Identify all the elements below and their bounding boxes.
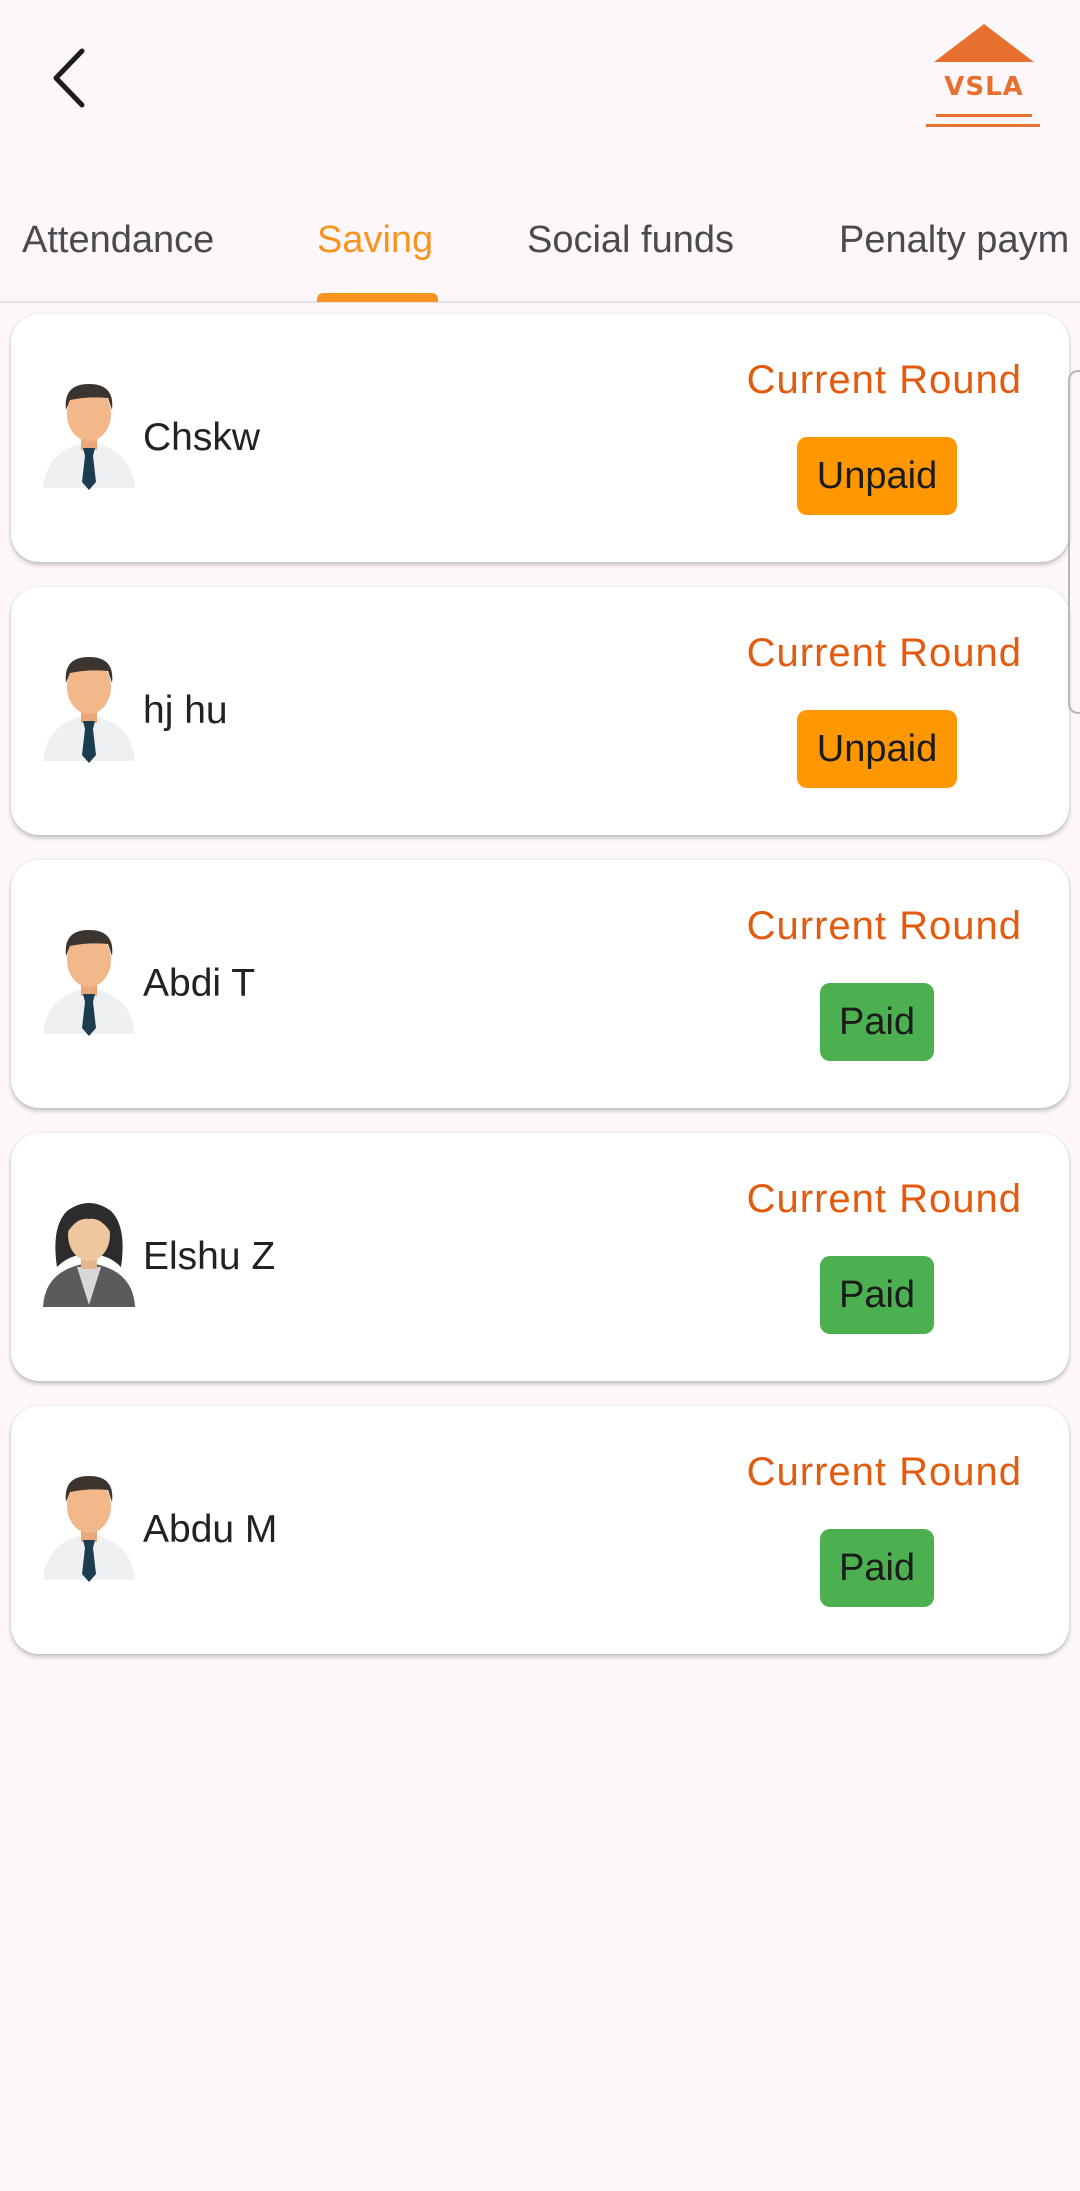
status-badge[interactable]: Paid <box>820 1529 934 1607</box>
member-card[interactable]: Abdi T Current Round Paid <box>11 860 1069 1108</box>
round-label: Current Round <box>746 631 1022 675</box>
male-avatar-icon <box>43 1476 135 1582</box>
vsla-logo: VSLA <box>922 22 1046 132</box>
tab-penalty-payment[interactable]: Penalty paym <box>839 180 1069 301</box>
status-badge[interactable]: Unpaid <box>797 710 957 788</box>
scrollbar[interactable] <box>1068 370 1080 714</box>
member-name: hj hu <box>143 689 228 732</box>
logo-text: VSLA <box>944 72 1024 102</box>
tab-attendance[interactable]: Attendance <box>22 180 214 301</box>
status-badge[interactable]: Paid <box>820 1256 934 1334</box>
back-button[interactable] <box>38 38 98 118</box>
app-root: VSLA Attendance Saving Social funds Pena… <box>0 0 1080 2191</box>
chevron-left-icon <box>53 48 85 108</box>
member-card[interactable]: hj hu Current Round Unpaid <box>11 587 1069 835</box>
round-label: Current Round <box>746 358 1022 402</box>
tab-saving[interactable]: Saving <box>317 180 433 301</box>
male-avatar-icon <box>43 657 135 763</box>
round-label: Current Round <box>746 1177 1022 1221</box>
member-card[interactable]: Chskw Current Round Unpaid <box>11 314 1069 562</box>
male-avatar-icon <box>43 384 135 490</box>
active-tab-indicator <box>317 293 438 302</box>
tab-bar: Attendance Saving Social funds Penalty p… <box>0 180 1080 303</box>
member-name: Abdi T <box>143 962 256 1005</box>
member-name: Abdu M <box>143 1508 278 1551</box>
female-avatar-icon <box>43 1203 135 1307</box>
tab-social-funds[interactable]: Social funds <box>527 180 734 301</box>
status-badge[interactable]: Unpaid <box>797 437 957 515</box>
member-name: Elshu Z <box>143 1235 276 1278</box>
member-card[interactable]: Abdu M Current Round Paid <box>11 1406 1069 1654</box>
round-label: Current Round <box>746 904 1022 948</box>
status-badge[interactable]: Paid <box>820 983 934 1061</box>
male-avatar-icon <box>43 930 135 1036</box>
round-label: Current Round <box>746 1450 1022 1494</box>
member-list: Chskw Current Round Unpaid hj hu Current… <box>11 314 1069 1679</box>
member-card[interactable]: Elshu Z Current Round Paid <box>11 1133 1069 1381</box>
member-name: Chskw <box>143 416 261 459</box>
